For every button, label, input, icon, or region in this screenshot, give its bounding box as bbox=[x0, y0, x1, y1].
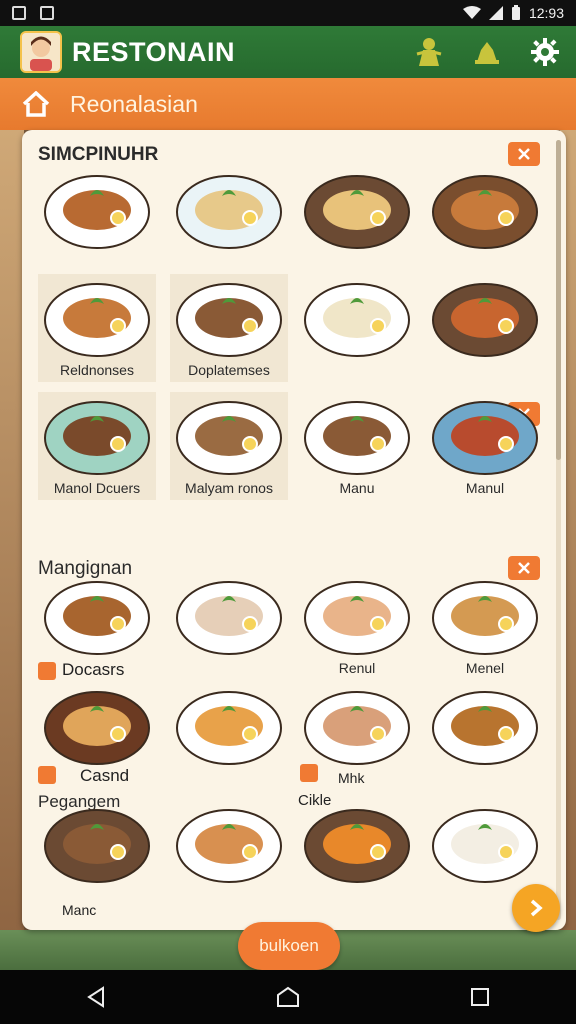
dish-card[interactable]: Doplatemses bbox=[170, 274, 288, 382]
home-icon[interactable] bbox=[22, 91, 50, 117]
hat-icon bbox=[475, 42, 499, 64]
status-bar: 12:93 bbox=[0, 0, 576, 26]
sub-header-title: Reonalasian bbox=[70, 90, 198, 117]
chevron-right-icon bbox=[530, 899, 543, 917]
dish-label: Reldnonses bbox=[60, 362, 134, 378]
floating-label-docasrs: Docasrs bbox=[62, 660, 125, 679]
dish-illustration bbox=[176, 809, 282, 883]
dish-card[interactable]: Menel bbox=[426, 572, 544, 680]
dish-card[interactable]: Reldnonses bbox=[38, 274, 156, 382]
tag-icon bbox=[38, 662, 56, 680]
dish-illustration bbox=[432, 175, 538, 249]
hat-button[interactable] bbox=[470, 35, 504, 69]
notification-icon bbox=[12, 6, 26, 20]
nav-home-button[interactable] bbox=[268, 977, 308, 1017]
dish-illustration bbox=[176, 581, 282, 655]
dish-card[interactable] bbox=[298, 800, 416, 908]
app-title: RESTONAIN bbox=[72, 36, 236, 67]
settings-button[interactable] bbox=[528, 35, 562, 69]
floating-label-mhk: Mhk bbox=[338, 770, 365, 786]
dish-label: Manu bbox=[339, 480, 375, 496]
recents-square-icon bbox=[471, 988, 489, 1006]
dish-card[interactable]: Renul bbox=[298, 572, 416, 680]
dish-label: Menel bbox=[465, 660, 505, 676]
dish-card[interactable]: Manul bbox=[426, 392, 544, 500]
app-bar: RESTONAIN bbox=[0, 26, 576, 78]
home-outline-icon bbox=[277, 986, 299, 1007]
gear-icon bbox=[531, 38, 559, 66]
dish-card[interactable] bbox=[170, 682, 288, 790]
floating-label-cikle: Cikle bbox=[298, 792, 332, 809]
dish-card[interactable] bbox=[298, 166, 416, 274]
avatar[interactable] bbox=[20, 31, 62, 73]
chef-figure-button[interactable] bbox=[412, 35, 446, 69]
tag-icon bbox=[300, 764, 318, 782]
nav-back-button[interactable] bbox=[76, 977, 116, 1017]
scroll-thumb[interactable] bbox=[556, 140, 561, 460]
dish-card[interactable] bbox=[426, 682, 544, 790]
dish-illustration bbox=[44, 175, 150, 249]
close-icon bbox=[518, 148, 530, 160]
sub-header-bar: Reonalasian bbox=[0, 78, 576, 130]
download-icon bbox=[40, 6, 54, 20]
dish-card[interactable] bbox=[170, 572, 288, 680]
dish-card[interactable] bbox=[298, 274, 416, 382]
status-time: 12:93 bbox=[528, 5, 564, 21]
dish-card[interactable] bbox=[426, 166, 544, 274]
dish-illustration bbox=[304, 175, 410, 249]
dish-card[interactable]: Malyam ronos bbox=[170, 392, 288, 500]
background-scene-left bbox=[0, 130, 24, 970]
dish-card[interactable] bbox=[170, 166, 288, 274]
dish-illustration bbox=[432, 691, 538, 765]
wifi-icon bbox=[462, 6, 481, 19]
dish-label: Malyam ronos bbox=[185, 480, 273, 496]
dish-card[interactable]: Manu bbox=[298, 392, 416, 500]
floating-label-manc: Manc bbox=[62, 902, 97, 918]
dish-card[interactable] bbox=[426, 274, 544, 382]
dish-illustration bbox=[176, 691, 282, 765]
section-title-1: SIMCPINUHR bbox=[38, 144, 159, 165]
dish-label: Renul bbox=[338, 660, 376, 676]
next-button[interactable] bbox=[512, 884, 560, 932]
battery-icon bbox=[511, 5, 520, 20]
dish-illustration bbox=[432, 283, 538, 357]
dish-card[interactable] bbox=[38, 800, 156, 908]
nav-recents-button[interactable] bbox=[460, 977, 500, 1017]
dish-label: Manol Dcuers bbox=[53, 480, 141, 496]
chef-figure-icon bbox=[416, 38, 442, 66]
dish-label: Doplatemses bbox=[188, 362, 270, 378]
bottom-action-button[interactable]: bulkoen bbox=[238, 922, 340, 970]
dish-illustration bbox=[304, 809, 410, 883]
signal-icon bbox=[488, 6, 503, 20]
dish-illustration bbox=[176, 175, 282, 249]
floating-label-casnd: Casnd bbox=[80, 766, 130, 785]
navigation-bar bbox=[0, 970, 576, 1024]
dish-card[interactable]: Manol Dcuers bbox=[38, 392, 156, 500]
dish-label: Manul bbox=[465, 480, 505, 496]
dish-card[interactable] bbox=[38, 166, 156, 274]
dish-card[interactable] bbox=[170, 800, 288, 908]
back-triangle-icon bbox=[87, 986, 104, 1008]
dish-illustration bbox=[44, 809, 150, 883]
tag-icon bbox=[38, 766, 56, 784]
scrollbar[interactable] bbox=[556, 140, 561, 920]
dish-illustration bbox=[304, 283, 410, 357]
menu-panel: SIMCPINUHR Mangignan Pegangem Reldnonses… bbox=[22, 130, 566, 930]
section-1-close-button[interactable] bbox=[508, 142, 540, 166]
